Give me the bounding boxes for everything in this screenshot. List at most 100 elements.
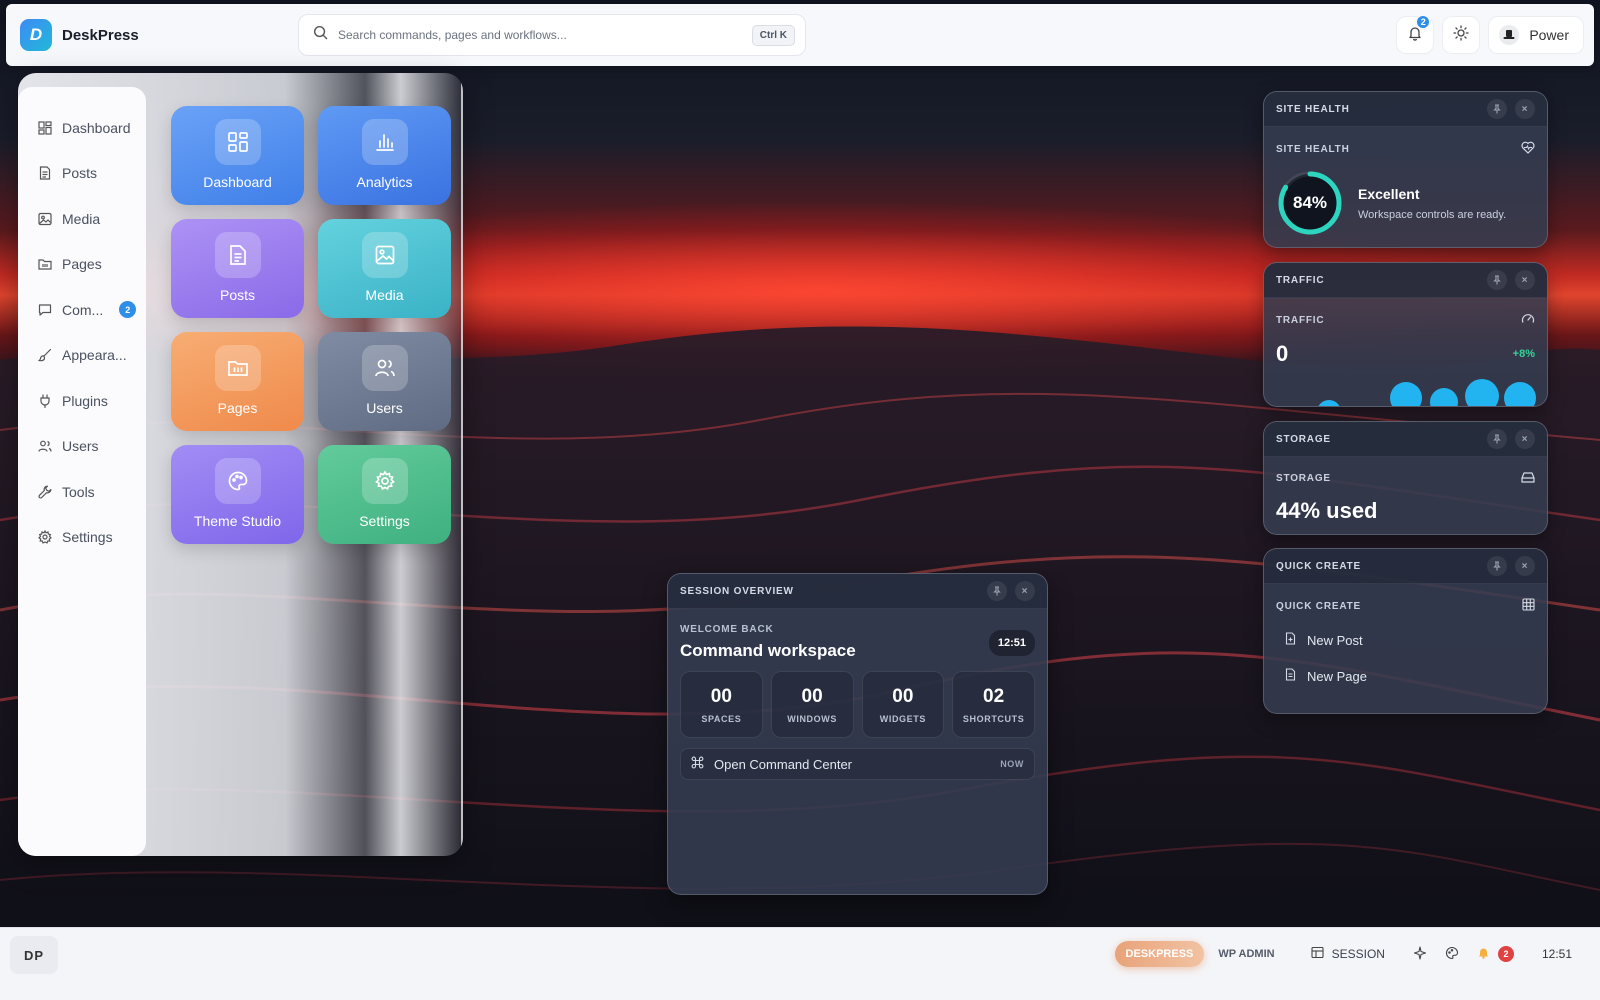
plug-icon: [38, 394, 52, 408]
sidebar-item-label: Appeara...: [62, 347, 127, 364]
traffic-sparkline: [1318, 379, 1536, 406]
sidebar-item-label: Tools: [62, 483, 95, 500]
tile-theme-studio[interactable]: Theme Studio: [171, 445, 304, 544]
gear-icon: [361, 458, 408, 504]
tile-label: Media: [365, 287, 404, 303]
wrench-icon: [38, 485, 52, 499]
start-button[interactable]: DP: [10, 936, 58, 974]
widget-header[interactable]: QUICK CREATE ×: [1264, 549, 1547, 584]
taskbar-session[interactable]: SESSION: [1311, 946, 1385, 962]
tile-pages[interactable]: Pages: [171, 332, 304, 431]
taskbar-palette[interactable]: [1445, 946, 1459, 963]
tile-posts[interactable]: Posts: [171, 219, 304, 318]
session-label: SESSION: [1331, 947, 1385, 961]
session-overview-window[interactable]: SESSION OVERVIEW × WELCOME BACK Command …: [667, 573, 1048, 895]
power-button[interactable]: Power: [1488, 16, 1584, 54]
tile-settings[interactable]: Settings: [318, 445, 451, 544]
stat-spaces: 00 SPACES: [680, 671, 763, 738]
app-launcher-panel: Dashboard Posts Media Pages Com... 2 App…: [18, 73, 463, 856]
widget-quick-create[interactable]: QUICK CREATE × QUICK CREATE New Post New…: [1263, 548, 1548, 714]
taskbar: DP DESKPRESS WP ADMIN SESSION 2 12:51: [0, 927, 1600, 1000]
sidebar-item-comments[interactable]: Com... 2: [18, 287, 146, 333]
close-icon[interactable]: ×: [1015, 581, 1035, 601]
sidebar-item-label: Plugins: [62, 392, 108, 409]
sidebar-item-posts[interactable]: Posts: [18, 151, 146, 197]
pin-icon[interactable]: [987, 581, 1007, 601]
health-message: Workspace controls are ready.: [1358, 208, 1507, 221]
taskbar-alerts[interactable]: 2: [1477, 946, 1514, 962]
close-icon[interactable]: ×: [1515, 270, 1535, 290]
tile-analytics[interactable]: Analytics: [318, 106, 451, 205]
sidebar-item-appearance[interactable]: Appeara...: [18, 333, 146, 379]
sidebar-item-tools[interactable]: Tools: [18, 469, 146, 515]
widget-title: QUICK CREATE: [1276, 560, 1361, 572]
session-eyebrow: WELCOME BACK: [680, 624, 774, 635]
sidebar-nav: Dashboard Posts Media Pages Com... 2 App…: [18, 87, 146, 856]
quick-create-label: New Page: [1307, 668, 1367, 684]
session-title: SESSION OVERVIEW: [680, 585, 794, 597]
health-score-value: 84%: [1292, 193, 1328, 212]
widget-header[interactable]: STORAGE ×: [1264, 422, 1547, 457]
stat-value: 02: [983, 685, 1005, 707]
sidebar-item-label: Posts: [62, 165, 98, 182]
top-right-controls: 2 Power: [1396, 14, 1584, 54]
users-icon: [38, 439, 52, 453]
widget-storage[interactable]: STORAGE × STORAGE 44% used: [1263, 421, 1548, 535]
tile-label: Users: [366, 400, 403, 416]
quick-create-new-page[interactable]: New Page: [1276, 658, 1535, 694]
grid-icon: [214, 119, 261, 165]
tile-media[interactable]: Media: [318, 219, 451, 318]
taskbar-wp-admin[interactable]: WP ADMIN: [1214, 948, 1282, 960]
session-stats: 00 SPACES 00 WINDOWS 00 WIDGETS 02 SHORT…: [680, 671, 1035, 738]
open-command-center-button[interactable]: Open Command Center NOW: [680, 748, 1035, 780]
pin-icon[interactable]: [1487, 99, 1507, 119]
pin-icon[interactable]: [1487, 429, 1507, 449]
pin-icon[interactable]: [1487, 556, 1507, 576]
close-icon[interactable]: ×: [1515, 556, 1535, 576]
tile-label: Theme Studio: [193, 513, 282, 529]
close-icon[interactable]: ×: [1515, 429, 1535, 449]
dashboard-icon: [38, 121, 52, 135]
notifications-button[interactable]: 2: [1396, 14, 1435, 54]
stat-windows: 00 WINDOWS: [770, 671, 854, 738]
sidebar-item-media[interactable]: Media: [18, 196, 146, 242]
close-icon[interactable]: ×: [1515, 99, 1535, 119]
theme-toggle-button[interactable]: [1442, 16, 1481, 54]
brand[interactable]: D DeskPress: [20, 19, 139, 51]
app-tiles-grid: Dashboard Analytics Posts Media Pages Us…: [171, 106, 451, 544]
taskbar-deskpress-pill[interactable]: DESKPRESS: [1114, 941, 1205, 967]
sidebar-item-settings[interactable]: Settings: [18, 515, 146, 561]
session-header[interactable]: SESSION OVERVIEW ×: [668, 574, 1047, 609]
session-clock: 12:51: [988, 629, 1035, 656]
bell-icon: [1477, 946, 1490, 962]
app-name: DeskPress: [62, 26, 139, 44]
health-score-ring: 84%: [1276, 169, 1344, 237]
quick-create-new-post[interactable]: New Post: [1276, 622, 1535, 658]
widget-site-health[interactable]: SITE HEALTH × SITE HEALTH 84% Excellent …: [1263, 91, 1548, 248]
sidebar-item-label: Pages: [62, 256, 102, 273]
stat-value: 00: [801, 685, 823, 707]
widget-header[interactable]: TRAFFIC ×: [1264, 263, 1547, 298]
stat-label: WINDOWS: [787, 713, 837, 724]
system-tray: DESKPRESS WP ADMIN SESSION 2 12:51: [1114, 941, 1572, 967]
stat-label: SHORTCUTS: [962, 713, 1025, 724]
pin-icon[interactable]: [1487, 270, 1507, 290]
command-key-icon: [691, 756, 704, 772]
sidebar-item-plugins[interactable]: Plugins: [18, 378, 146, 424]
widget-subtitle: STORAGE: [1276, 473, 1331, 484]
widget-traffic[interactable]: TRAFFIC × TRAFFIC 0 +8%: [1263, 262, 1548, 407]
sidebar-item-users[interactable]: Users: [18, 424, 146, 470]
taskbar-sparkle[interactable]: [1413, 945, 1427, 963]
search-bar[interactable]: Ctrl K: [298, 14, 806, 56]
sidebar-item-pages[interactable]: Pages: [18, 242, 146, 288]
sidebar-item-dashboard[interactable]: Dashboard: [18, 105, 146, 151]
widget-header[interactable]: SITE HEALTH ×: [1264, 92, 1547, 127]
sidebar-item-label: Dashboard: [62, 119, 131, 136]
stat-value: 00: [892, 685, 914, 707]
taskbar-clock[interactable]: 12:51: [1542, 947, 1572, 961]
tile-dashboard[interactable]: Dashboard: [171, 106, 304, 205]
tile-users[interactable]: Users: [318, 332, 451, 431]
comments-icon: [38, 303, 52, 317]
search-input[interactable]: [338, 28, 742, 42]
stat-shortcuts: 02 SHORTCUTS: [952, 671, 1035, 738]
